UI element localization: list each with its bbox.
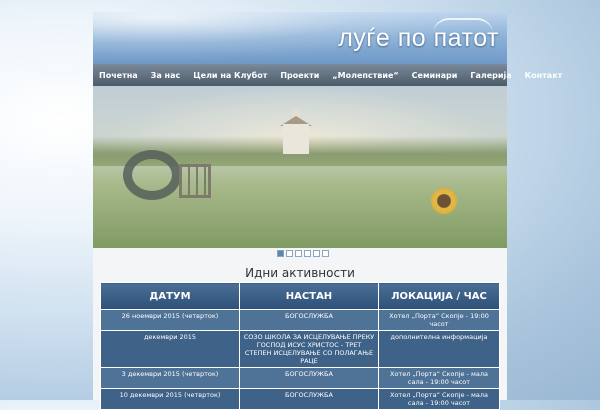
event-location: Хотел „Порта“ Скопје - мала сала - 19:00… bbox=[378, 388, 500, 410]
event-info-link[interactable]: дополнителна информација bbox=[378, 330, 500, 368]
slider-dot-4[interactable] bbox=[304, 250, 311, 257]
site-logo[interactable]: луѓе по патот bbox=[338, 24, 499, 53]
table-row: 10 декември 2015 (четврток) БОГОСЛУЖБА Х… bbox=[100, 388, 500, 410]
nav-item-gallery[interactable]: Галерија bbox=[470, 71, 511, 80]
event-name: БОГОСЛУЖБА bbox=[239, 367, 379, 389]
column-header-location: ЛОКАЦИЈА / ЧАС bbox=[378, 282, 500, 310]
nav-item-goals[interactable]: Цели на Клубот bbox=[193, 71, 267, 80]
table-row: 3 декември 2015 (четврток) БОГОСЛУЖБА Хо… bbox=[100, 367, 500, 389]
event-date: декември 2015 bbox=[100, 330, 240, 368]
slider-overlay bbox=[93, 86, 507, 248]
event-location: Хотел „Порта“ Скопје - 19:00 часот bbox=[378, 309, 500, 331]
event-date: 10 декември 2015 (четврток) bbox=[100, 388, 240, 410]
table-row: 26 ноември 2015 (четврток) БОГОСЛУЖБА Хо… bbox=[100, 309, 500, 331]
nav-item-contact[interactable]: Контакт bbox=[525, 71, 563, 80]
event-date: 26 ноември 2015 (четврток) bbox=[100, 309, 240, 331]
slider-dot-6[interactable] bbox=[322, 250, 329, 257]
column-header-event: НАСТАН bbox=[239, 282, 379, 310]
upcoming-events-title: Идни активности bbox=[245, 266, 355, 280]
nav-item-home[interactable]: Почетна bbox=[99, 71, 138, 80]
main-nav: Почетна За нас Цели на Клубот Проекти „М… bbox=[93, 64, 562, 86]
slider-dot-1[interactable] bbox=[277, 250, 284, 257]
event-name: СОЗО ШКОЛА ЗА ИСЦЕЛУВАЊЕ ПРЕКУ ГОСПОД ИС… bbox=[239, 330, 379, 368]
nav-item-prayer[interactable]: „Молепствие“ bbox=[332, 71, 398, 80]
slider-dot-5[interactable] bbox=[313, 250, 320, 257]
nav-item-about[interactable]: За нас bbox=[151, 71, 181, 80]
hero-slider[interactable] bbox=[93, 86, 507, 248]
nav-item-projects[interactable]: Проекти bbox=[280, 71, 319, 80]
slider-pagination bbox=[277, 250, 329, 257]
slider-dot-2[interactable] bbox=[286, 250, 293, 257]
event-name: БОГОСЛУЖБА bbox=[239, 388, 379, 410]
table-row: декември 2015 СОЗО ШКОЛА ЗА ИСЦЕЛУВАЊЕ П… bbox=[100, 330, 500, 368]
event-name: БОГОСЛУЖБА bbox=[239, 309, 379, 331]
slider-dot-3[interactable] bbox=[295, 250, 302, 257]
event-location: Хотел „Порта“ Скопје - мала сала - 19:00… bbox=[378, 367, 500, 389]
events-table: ДАТУМ НАСТАН ЛОКАЦИЈА / ЧАС 26 ноември 2… bbox=[100, 282, 500, 410]
column-header-date: ДАТУМ bbox=[100, 282, 240, 310]
table-header-row: ДАТУМ НАСТАН ЛОКАЦИЈА / ЧАС bbox=[100, 282, 500, 310]
site-header: луѓе по патот bbox=[93, 12, 507, 64]
nav-item-seminars[interactable]: Семинари bbox=[412, 71, 458, 80]
page-container: луѓе по патот Почетна За нас Цели на Клу… bbox=[93, 12, 562, 410]
event-date: 3 декември 2015 (четврток) bbox=[100, 367, 240, 389]
